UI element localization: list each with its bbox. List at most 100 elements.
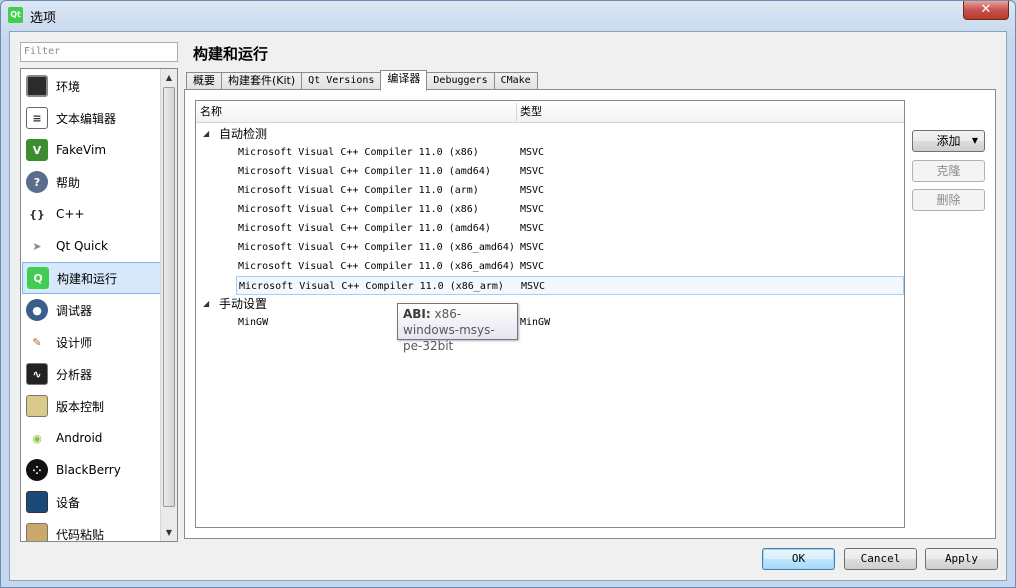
abi-tooltip: ABI: x86-windows-msys-pe-32bit — [397, 303, 518, 353]
expand-triangle-icon[interactable]: ◢ — [203, 125, 209, 143]
category-scrollbar[interactable]: ▲ ▼ — [160, 69, 177, 541]
compilers-tab-page: 名称 类型 ◢ 自动检测 Microsoft Visual C++ Compiler… — [184, 89, 996, 539]
category-item[interactable]: ◉ Android — [22, 422, 161, 454]
clipboard-icon — [26, 523, 48, 541]
close-button[interactable]: ✕ — [963, 1, 1009, 20]
monitor-icon — [26, 75, 48, 97]
compiler-name: Microsoft Visual C++ Compiler 11.0 (x86) — [238, 147, 479, 158]
category-label: 帮助 — [56, 175, 81, 190]
header-name[interactable]: 名称 — [196, 101, 516, 123]
options-window: Qt 选项 ✕ Filter 环境 ≡ 文本编辑器 V FakeVim? 帮助 {} C++ ➤… — [0, 0, 1016, 588]
compiler-name: Microsoft Visual C++ Compiler 11.0 (arm) — [238, 185, 479, 196]
device-icon — [26, 491, 48, 513]
category-item[interactable]: {} C++ — [22, 198, 161, 230]
tree-group-label: 手动设置 — [219, 297, 268, 311]
category-label: 设备 — [56, 495, 81, 510]
expand-triangle-icon[interactable]: ◢ — [203, 295, 209, 313]
tab-compilers[interactable]: 编译器 — [380, 70, 428, 91]
fakevim-icon: V — [26, 139, 48, 161]
tree-row[interactable]: MinGW MinGW — [236, 313, 904, 332]
category-label: C++ — [56, 207, 85, 221]
scroll-down-arrow-icon[interactable]: ▼ — [161, 524, 177, 541]
category-label: Android — [56, 431, 103, 445]
analyzer-icon: ∿ — [26, 363, 48, 385]
scroll-up-arrow-icon[interactable]: ▲ — [161, 69, 177, 86]
category-label: BlackBerry — [56, 463, 121, 477]
debugger-icon: ● — [26, 299, 48, 321]
tree-row[interactable]: Microsoft Visual C++ Compiler 11.0 (amd6… — [236, 162, 904, 181]
category-item[interactable]: ? 帮助 — [22, 166, 161, 198]
category-item[interactable]: ∿ 分析器 — [22, 358, 161, 390]
category-label: 文本编辑器 — [56, 111, 117, 126]
tab-debuggers[interactable]: Debuggers — [426, 72, 495, 90]
tree-row[interactable]: Microsoft Visual C++ Compiler 11.0 (amd6… — [236, 219, 904, 238]
cancel-button[interactable]: Cancel — [844, 548, 917, 570]
compiler-type: MSVC — [520, 261, 545, 272]
title-bar[interactable]: Qt 选项 ✕ — [1, 1, 1015, 31]
category-label: FakeVim — [56, 143, 107, 157]
compiler-type: MSVC — [520, 185, 545, 196]
build-run-icon: Q — [27, 267, 49, 289]
text-document-icon: ≡ — [26, 107, 48, 129]
compiler-name: Microsoft Visual C++ Compiler 11.0 (x86_… — [238, 261, 515, 272]
android-icon: ◉ — [26, 427, 48, 449]
compiler-name: Microsoft Visual C++ Compiler 11.0 (x86_… — [238, 242, 515, 253]
category-item[interactable]: 版本控制 — [22, 390, 161, 422]
compiler-name: Microsoft Visual C++ Compiler 11.0 (amd6… — [238, 223, 491, 234]
category-item[interactable]: ➤ Qt Quick — [22, 230, 161, 262]
add-button-label: 添加 — [936, 134, 961, 148]
add-button[interactable]: 添加 ▼ — [912, 130, 985, 152]
category-item[interactable]: Q 构建和运行 — [22, 262, 161, 294]
tree-group[interactable]: ◢ 手动设置 — [196, 295, 904, 313]
tree-row[interactable]: Microsoft Visual C++ Compiler 11.0 (x86)… — [236, 200, 904, 219]
category-item[interactable]: 代码粘贴 — [22, 518, 161, 542]
compiler-type: MSVC — [520, 166, 545, 177]
category-item[interactable]: ⁘ BlackBerry — [22, 454, 161, 486]
tab-overview[interactable]: 概要 — [186, 72, 222, 90]
tab-qt-versions[interactable]: Qt Versions — [301, 72, 382, 90]
tree-row[interactable]: Microsoft Visual C++ Compiler 11.0 (x86_… — [236, 238, 904, 257]
tree-header: 名称 类型 — [196, 101, 904, 123]
category-label: 版本控制 — [56, 399, 105, 414]
compiler-type: MSVC — [520, 147, 545, 158]
category-item[interactable]: ≡ 文本编辑器 — [22, 102, 161, 134]
scroll-thumb[interactable] — [163, 87, 175, 507]
category-item[interactable]: ✎ 设计师 — [22, 326, 161, 358]
tab-kits[interactable]: 构建套件(Kit) — [221, 72, 303, 90]
tree-row[interactable]: Microsoft Visual C++ Compiler 11.0 (x86_… — [236, 276, 904, 295]
category-label: 调试器 — [56, 303, 93, 318]
tree-row[interactable]: Microsoft Visual C++ Compiler 11.0 (x86_… — [236, 257, 904, 276]
category-list: 环境 ≡ 文本编辑器 V FakeVim? 帮助 {} C++ ➤ Qt Quick Q 构建和运行 ●… — [20, 68, 178, 542]
compiler-tree[interactable]: 名称 类型 ◢ 自动检测 Microsoft Visual C++ Compiler… — [195, 100, 905, 528]
page-title: 构建和运行 — [193, 45, 269, 63]
category-item[interactable]: 设备 — [22, 486, 161, 518]
category-label: 设计师 — [56, 335, 93, 350]
clone-button[interactable]: 克隆 — [912, 160, 985, 182]
ok-button[interactable]: OK — [762, 548, 835, 570]
header-type[interactable]: 类型 — [516, 101, 904, 123]
braces-icon: {} — [26, 203, 48, 225]
qt-app-icon: Qt — [8, 7, 23, 23]
tab-cmake[interactable]: CMake — [493, 72, 538, 90]
help-icon: ? — [26, 171, 48, 193]
tree-row[interactable]: Microsoft Visual C++ Compiler 11.0 (x86)… — [236, 143, 904, 162]
category-label: Qt Quick — [56, 239, 108, 253]
filter-input[interactable]: Filter — [20, 42, 178, 62]
category-label: 分析器 — [56, 367, 93, 382]
tooltip-key: ABI: — [403, 307, 431, 321]
window-title: 选项 — [30, 11, 57, 26]
category-item[interactable]: ● 调试器 — [22, 294, 161, 326]
designer-icon: ✎ — [26, 331, 48, 353]
apply-button[interactable]: Apply — [925, 548, 998, 570]
tree-group[interactable]: ◢ 自动检测 — [196, 125, 904, 143]
compiler-name: MinGW — [238, 317, 269, 328]
category-label: 代码粘贴 — [56, 527, 105, 542]
compiler-type: MSVC — [520, 223, 545, 234]
delete-button[interactable]: 删除 — [912, 189, 985, 211]
category-item[interactable]: V FakeVim — [22, 134, 161, 166]
tree-row[interactable]: Microsoft Visual C++ Compiler 11.0 (arm)… — [236, 181, 904, 200]
compiler-type: MSVC — [520, 242, 545, 253]
category-item[interactable]: 环境 — [22, 70, 161, 102]
tab-bar: 概要 构建套件(Kit) Qt Versions 编译器 Debuggers C… — [186, 70, 538, 91]
compiler-type: MSVC — [520, 204, 545, 215]
